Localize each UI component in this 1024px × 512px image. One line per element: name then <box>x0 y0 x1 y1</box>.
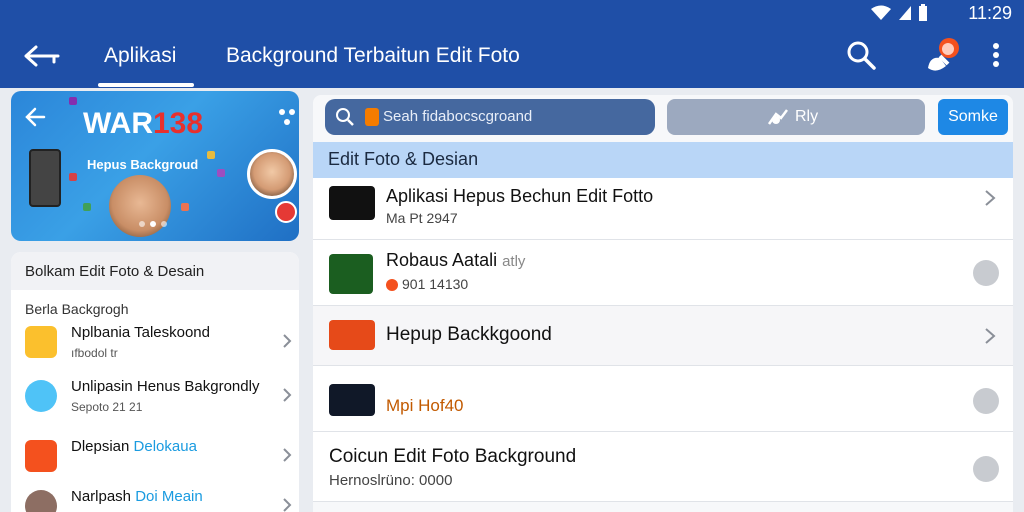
tab-aplikasi[interactable]: Aplikasi <box>104 44 176 68</box>
tab-indicator <box>98 83 194 87</box>
list-item-title-text: Dlepsian <box>71 438 130 455</box>
list-item[interactable]: Narlpash Doi Meain <box>11 480 299 512</box>
table-row[interactable]: Hepup Backkgoond <box>313 306 1013 366</box>
carousel-dot[interactable] <box>161 221 167 227</box>
chevron-right-icon <box>283 388 292 402</box>
row-title: Aplikasi Hepus Bechun Edit Fotto <box>386 186 654 206</box>
list-item-meta: Sepoto 21 21 <box>71 400 143 414</box>
carousel-dot[interactable] <box>139 221 145 227</box>
search-value: Seah fidabocscgroand <box>383 108 533 125</box>
section-header: Edit Foto & Desian <box>313 142 1013 178</box>
carousel-dots <box>139 221 167 227</box>
promo-banner[interactable]: WAR138 Hepus Backgroud <box>11 91 299 241</box>
table-row[interactable]: Robaus Aatali atly 901 14130 <box>313 240 1013 306</box>
row-meta: Hernoslrüno: 0000 <box>329 472 453 489</box>
signal-icon <box>899 6 911 20</box>
banner-back-icon[interactable] <box>23 105 47 129</box>
portrait-image <box>109 175 171 237</box>
left-list-header: Bolkam Edit Foto & Desain <box>11 252 299 290</box>
row-title-suffix: atly <box>502 253 526 270</box>
app-icon <box>329 254 373 294</box>
app-bar: Aplikasi Background Terbaitun Edit Foto <box>0 26 1024 88</box>
filter-label: Rly <box>795 108 819 125</box>
row-meta-text: 901 14130 <box>402 276 469 292</box>
banner-title-white: WAR <box>83 107 153 140</box>
list-item-title: Nplbania Taleskoond <box>71 324 210 341</box>
portrait-thumb <box>247 149 297 199</box>
carousel-dot-active[interactable] <box>150 221 156 227</box>
app-icon <box>25 380 57 412</box>
chevron-right-icon <box>283 334 292 348</box>
status-time: 11:29 <box>968 3 1012 23</box>
row-meta: 901 14130 <box>386 276 468 292</box>
list-item-title-text: Narlpash <box>71 488 132 505</box>
table-row[interactable]: Mpi Hof40 <box>313 366 1013 432</box>
filter-icon <box>767 109 788 125</box>
banner-title: WAR138 <box>83 107 203 141</box>
row-title: Robaus Aatali atly <box>386 250 525 271</box>
rating-dot-icon <box>386 279 398 292</box>
app-icon <box>329 186 375 220</box>
left-section-label: Berla Backgrogh <box>25 301 129 317</box>
section-header-label: Edit Foto & Desian <box>328 149 479 169</box>
battery-icon <box>919 4 927 21</box>
app-icon <box>25 326 57 358</box>
chevron-right-icon[interactable] <box>983 188 997 208</box>
list-item-title-accent: Delokaua <box>133 438 197 455</box>
wifi-icon <box>871 5 891 20</box>
list-item-title: Unlipasin Henus Bakgrondly <box>71 378 260 395</box>
app-icon <box>329 320 375 350</box>
list-item-meta: ıfbodol tr <box>71 346 118 360</box>
download-icon[interactable] <box>973 388 999 414</box>
phone-illustration <box>29 149 61 207</box>
back-arrow-icon[interactable] <box>22 40 62 72</box>
bag-icon <box>365 108 379 126</box>
row-title-text: Robaus Aatali <box>386 250 498 270</box>
chevron-right-icon[interactable] <box>983 326 997 346</box>
list-item-title: Dlepsian Delokaua <box>71 438 197 455</box>
search-input[interactable]: Seah fidabocscgroand <box>325 99 655 135</box>
row-meta: Ma Pt 2947 <box>386 210 458 226</box>
search-icon[interactable] <box>844 38 878 72</box>
more-vert-icon[interactable] <box>986 40 1006 72</box>
list-item-title: Narlpash Doi Meain <box>71 488 203 505</box>
list-item[interactable]: Nplbania Taleskoond ıfbodol tr <box>11 316 299 372</box>
left-list-card: Bolkam Edit Foto & Desain Berla Backgrog… <box>11 252 299 512</box>
download-icon[interactable] <box>973 260 999 286</box>
primary-button[interactable]: Somke <box>938 99 1008 135</box>
row-title: Hepup Backkgoond <box>386 324 552 345</box>
avatar-icon[interactable] <box>922 34 964 76</box>
download-icon[interactable] <box>973 456 999 482</box>
list-item[interactable]: Unlipasin Henus Bakgrondly Sepoto 21 21 <box>11 370 299 426</box>
banner-subtitle: Hepus Backgroud <box>87 157 199 172</box>
app-icon <box>25 490 57 512</box>
share-icon[interactable] <box>277 107 297 127</box>
row-title: Mpi Hof40 <box>386 396 464 415</box>
banner-title-red: 138 <box>153 107 204 140</box>
row-title: Coicun Edit Foto Background <box>329 446 577 467</box>
table-row[interactable]: Coicun Edit Foto Background Hernoslrüno:… <box>313 432 1013 502</box>
chevron-right-icon <box>283 498 292 512</box>
status-bar: 11:29 <box>0 0 1024 26</box>
app-icon <box>329 384 375 416</box>
list-item-title-accent: Doi Meain <box>135 488 203 505</box>
app-icon <box>25 440 57 472</box>
tab-background[interactable]: Background Terbaitun Edit Foto <box>226 44 520 68</box>
table-row[interactable]: Aplikasi Hepus Bechun Edit Fotto Ma Pt 2… <box>313 178 1013 240</box>
list-item[interactable]: Dlepsian Delokaua <box>11 430 299 486</box>
right-panel: Seah fidabocscgroand Rly Somke Edit Foto… <box>313 95 1013 512</box>
left-list-header-label: Bolkam Edit Foto & Desain <box>25 263 205 280</box>
record-badge-icon <box>275 201 297 223</box>
filter-button[interactable]: Rly <box>667 99 925 135</box>
search-icon <box>336 108 354 126</box>
chevron-right-icon <box>283 448 292 462</box>
